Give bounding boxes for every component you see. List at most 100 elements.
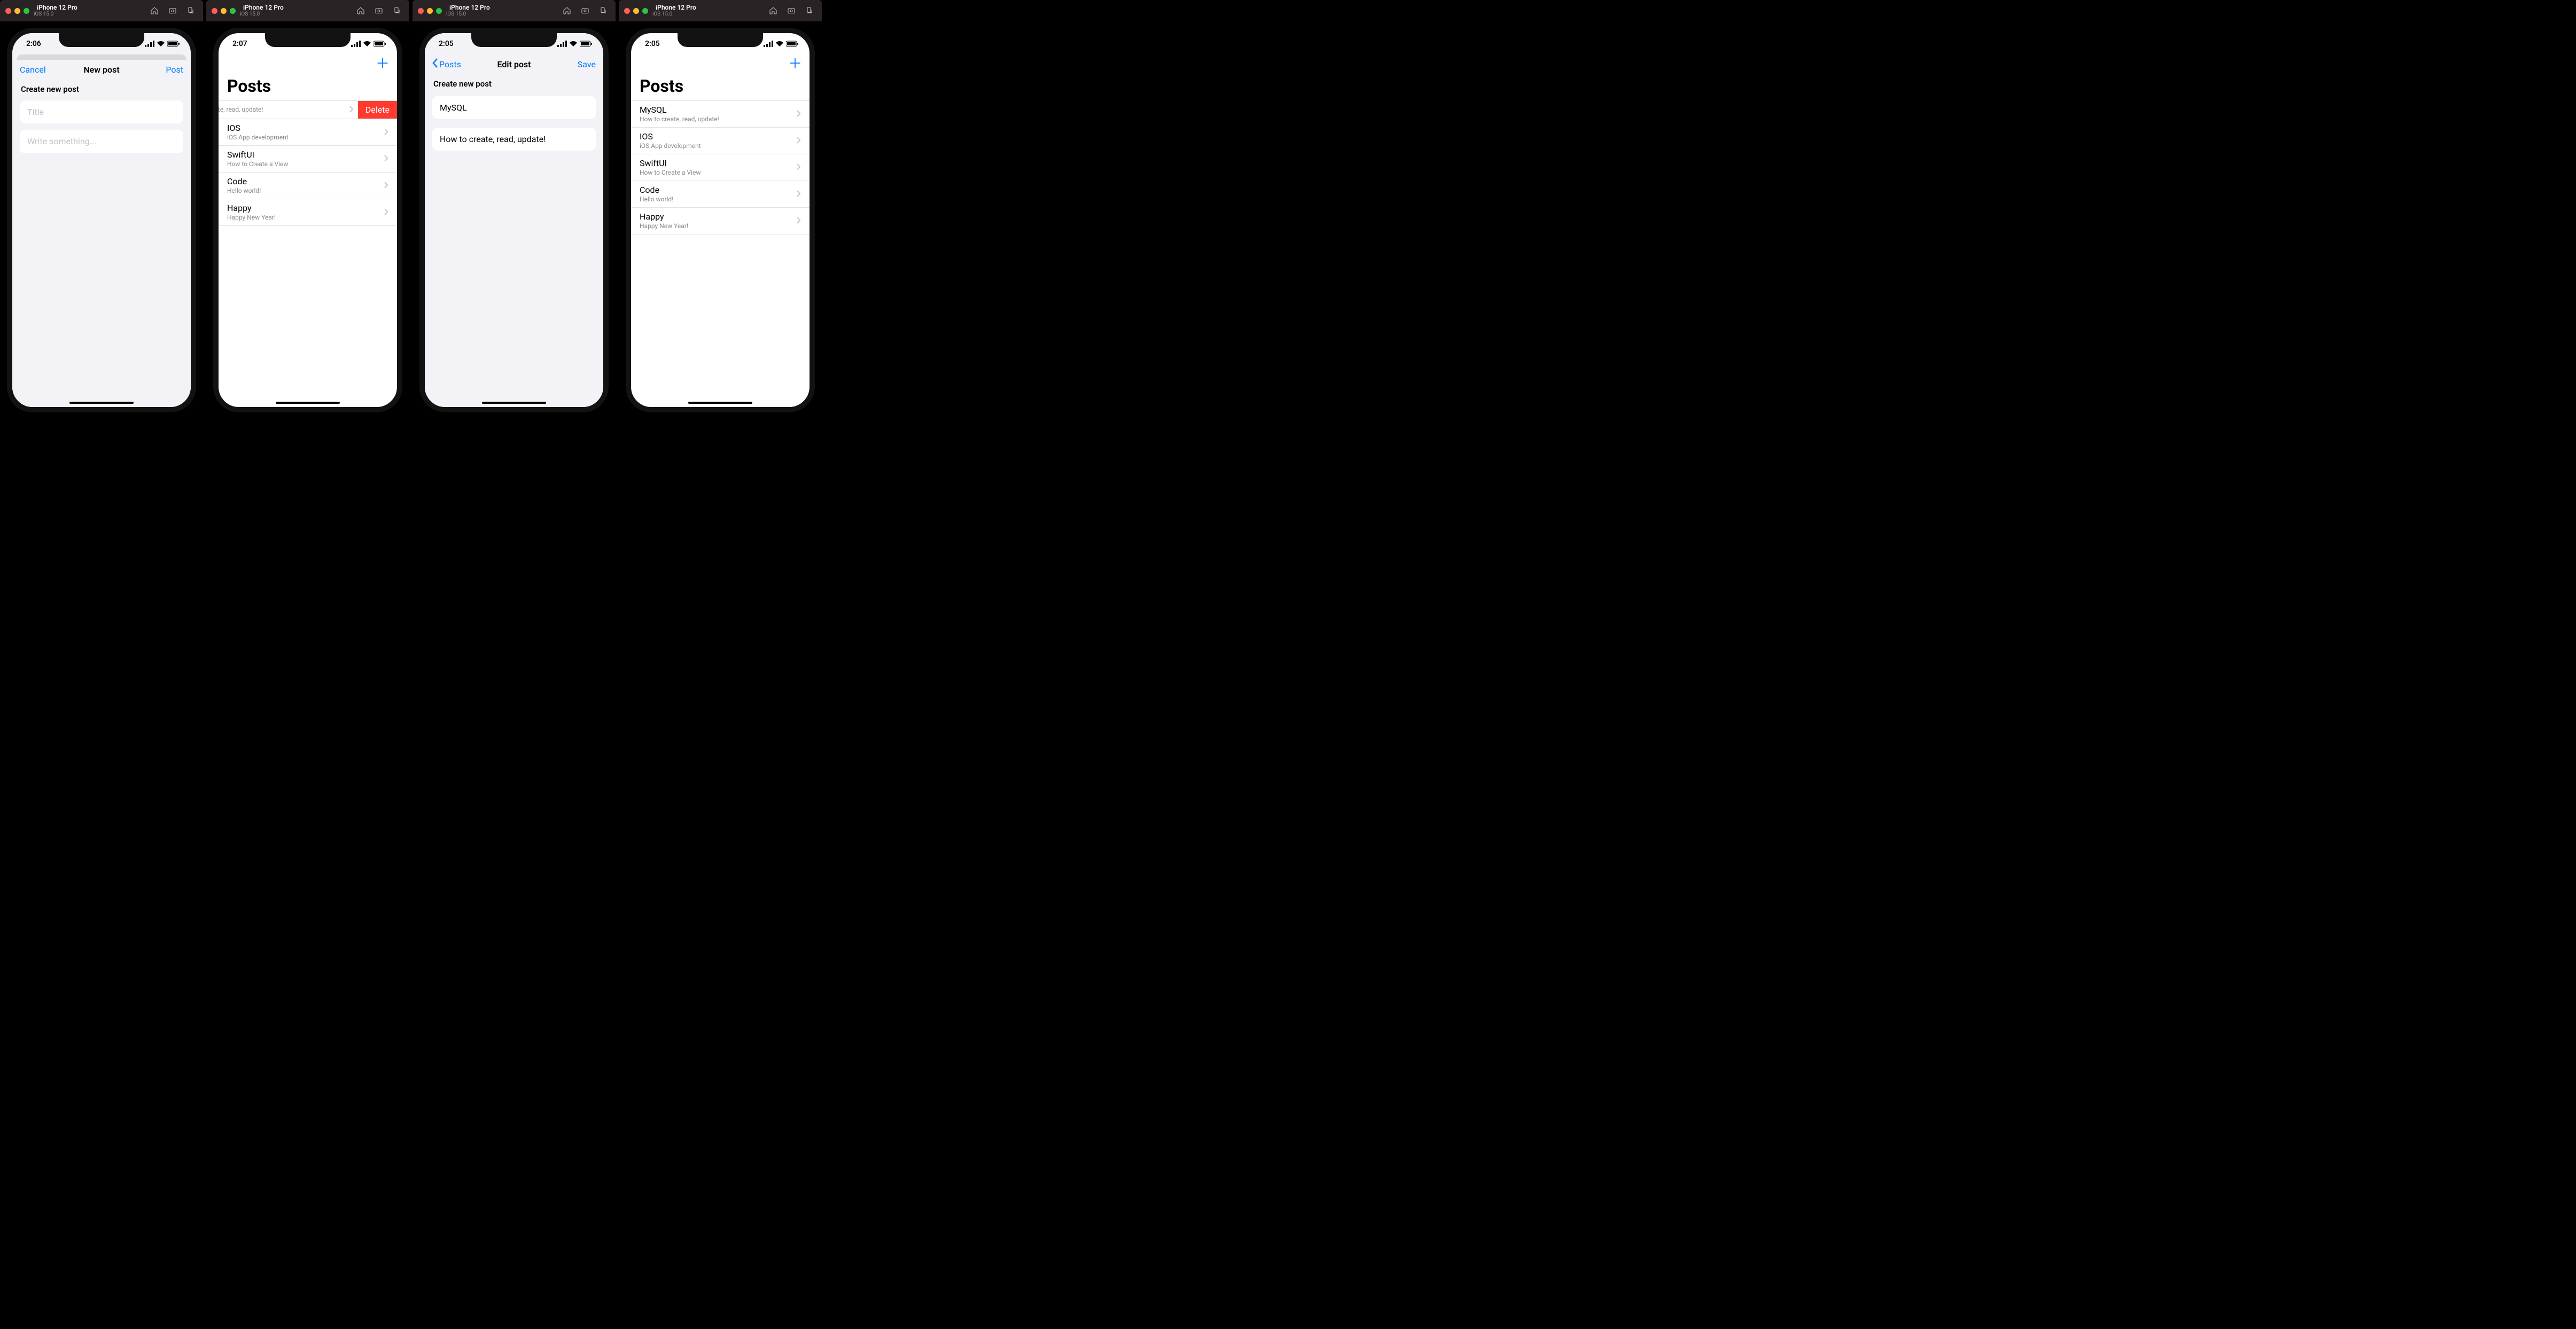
- cellular-icon: [145, 41, 154, 47]
- save-button[interactable]: Save: [578, 59, 596, 69]
- add-post-button[interactable]: ＋: [788, 57, 802, 71]
- minimize-window-icon[interactable]: [427, 8, 433, 14]
- home-indicator[interactable]: [688, 402, 752, 404]
- page-title: Posts: [631, 74, 810, 100]
- page-title: Posts: [219, 74, 397, 100]
- screenshot-icon[interactable]: [784, 5, 798, 17]
- home-icon[interactable]: [766, 5, 780, 17]
- status-time: 2:06: [26, 40, 41, 48]
- row-title: SwiftUI: [227, 150, 384, 160]
- list-row[interactable]: CodeHello world!: [219, 173, 397, 199]
- list-row[interactable]: SwiftUIHow to Create a View: [631, 154, 810, 181]
- close-window-icon[interactable]: [624, 8, 630, 14]
- row-subtitle: Happy New Year!: [640, 222, 797, 230]
- close-window-icon[interactable]: [212, 8, 217, 14]
- zoom-window-icon[interactable]: [436, 8, 442, 14]
- section-header: Create new post: [12, 79, 191, 97]
- row-subtitle: How to Create a View: [227, 160, 384, 168]
- device-notch: [678, 33, 763, 47]
- nav-bar: Cancel New post Post: [12, 60, 191, 79]
- status-time: 2:05: [645, 40, 660, 48]
- device-frame: 2:06 Cancel New post Post Create new pos…: [7, 28, 196, 412]
- back-button[interactable]: Posts: [432, 58, 461, 70]
- home-icon[interactable]: [560, 5, 574, 17]
- battery-icon: [580, 41, 593, 47]
- chevron-right-icon: [797, 162, 801, 173]
- zoom-window-icon[interactable]: [24, 8, 29, 14]
- simulator-titlebar: iPhone 12 Pro iOS 15.0: [206, 0, 409, 21]
- list-row-swiped[interactable]: eate, read, update! Delete: [219, 100, 397, 119]
- simulator-device-label: iPhone 12 Pro: [656, 4, 696, 11]
- chevron-right-icon: [797, 216, 801, 226]
- chevron-right-icon: [384, 181, 388, 191]
- home-indicator[interactable]: [69, 402, 134, 404]
- nav-bar: Posts Edit post Save: [425, 54, 603, 74]
- chevron-right-icon: [384, 154, 388, 164]
- row-subtitle: iOS App development: [227, 134, 384, 142]
- home-indicator[interactable]: [276, 402, 340, 404]
- list-row[interactable]: SwiftUIHow to Create a View: [219, 146, 397, 173]
- cancel-button[interactable]: Cancel: [20, 65, 46, 75]
- chevron-right-icon: [797, 109, 801, 119]
- list-row[interactable]: CodeHello world!: [631, 181, 810, 208]
- close-window-icon[interactable]: [5, 8, 11, 14]
- rotate-icon[interactable]: [803, 5, 816, 17]
- row-subtitle: Hello world!: [227, 187, 384, 195]
- row-subtitle: iOS App development: [640, 142, 797, 150]
- title-field[interactable]: Title: [20, 100, 183, 123]
- screenshot-icon[interactable]: [578, 5, 592, 17]
- screenshot-icon[interactable]: [372, 5, 386, 17]
- status-time: 2:07: [232, 40, 247, 48]
- chevron-right-icon: [349, 105, 354, 115]
- post-button[interactable]: Post: [166, 65, 183, 75]
- simulator-device-label: iPhone 12 Pro: [37, 4, 77, 11]
- nav-bar: ＋: [219, 54, 397, 74]
- chevron-right-icon: [797, 136, 801, 146]
- add-post-button[interactable]: ＋: [376, 57, 390, 71]
- back-label: Posts: [439, 59, 461, 69]
- cellular-icon: [764, 41, 773, 47]
- simulator-titlebar: iPhone 12 Pro iOS 15.0: [619, 0, 822, 21]
- list-row[interactable]: IOSiOS App development: [219, 119, 397, 146]
- list-row[interactable]: MySQLHow to create, read, update!: [631, 100, 810, 128]
- row-subtitle: Happy New Year!: [227, 214, 384, 222]
- device-frame: 2:05 Posts Edit post Save Create new: [419, 28, 609, 412]
- rotate-icon[interactable]: [390, 5, 404, 17]
- row-title: Happy: [640, 212, 797, 222]
- device-frame: 2:05 ＋ Posts MySQLHow to create, read, u…: [626, 28, 815, 412]
- home-icon[interactable]: [354, 5, 368, 17]
- body-field[interactable]: Write something...: [20, 130, 183, 153]
- row-subtitle: How to Create a View: [640, 169, 797, 177]
- close-window-icon[interactable]: [418, 8, 424, 14]
- zoom-window-icon[interactable]: [642, 8, 648, 14]
- delete-button[interactable]: Delete: [358, 101, 397, 119]
- zoom-window-icon[interactable]: [230, 8, 236, 14]
- wifi-icon: [569, 41, 578, 47]
- minimize-window-icon[interactable]: [633, 8, 639, 14]
- screenshot-icon[interactable]: [166, 5, 180, 17]
- row-title: IOS: [227, 123, 384, 134]
- home-indicator[interactable]: [482, 402, 546, 404]
- simulator-titlebar: iPhone 12 Pro iOS 15.0: [413, 0, 616, 21]
- nav-bar: ＋: [631, 54, 810, 74]
- list-row[interactable]: HappyHappy New Year!: [631, 208, 810, 234]
- wifi-icon: [363, 41, 371, 47]
- rotate-icon[interactable]: [596, 5, 610, 17]
- body-field[interactable]: How to create, read, update!: [432, 128, 596, 151]
- rotate-icon[interactable]: [184, 5, 198, 17]
- device-notch: [471, 33, 557, 47]
- list-row[interactable]: HappyHappy New Year!: [219, 199, 397, 226]
- simulator-os-label: iOS 15.0: [34, 11, 77, 17]
- battery-icon: [373, 41, 386, 47]
- title-field[interactable]: MySQL: [432, 96, 596, 119]
- home-icon[interactable]: [147, 5, 161, 17]
- cellular-icon: [557, 41, 567, 47]
- simulator-titlebar: iPhone 12 Pro iOS 15.0: [0, 0, 203, 21]
- minimize-window-icon[interactable]: [221, 8, 227, 14]
- simulator-device-label: iPhone 12 Pro: [449, 4, 490, 11]
- list-row[interactable]: IOSiOS App development: [631, 128, 810, 154]
- minimize-window-icon[interactable]: [14, 8, 20, 14]
- row-subtitle: How to create, read, update!: [640, 115, 797, 123]
- device-notch: [265, 33, 351, 47]
- row-title: Code: [640, 185, 797, 196]
